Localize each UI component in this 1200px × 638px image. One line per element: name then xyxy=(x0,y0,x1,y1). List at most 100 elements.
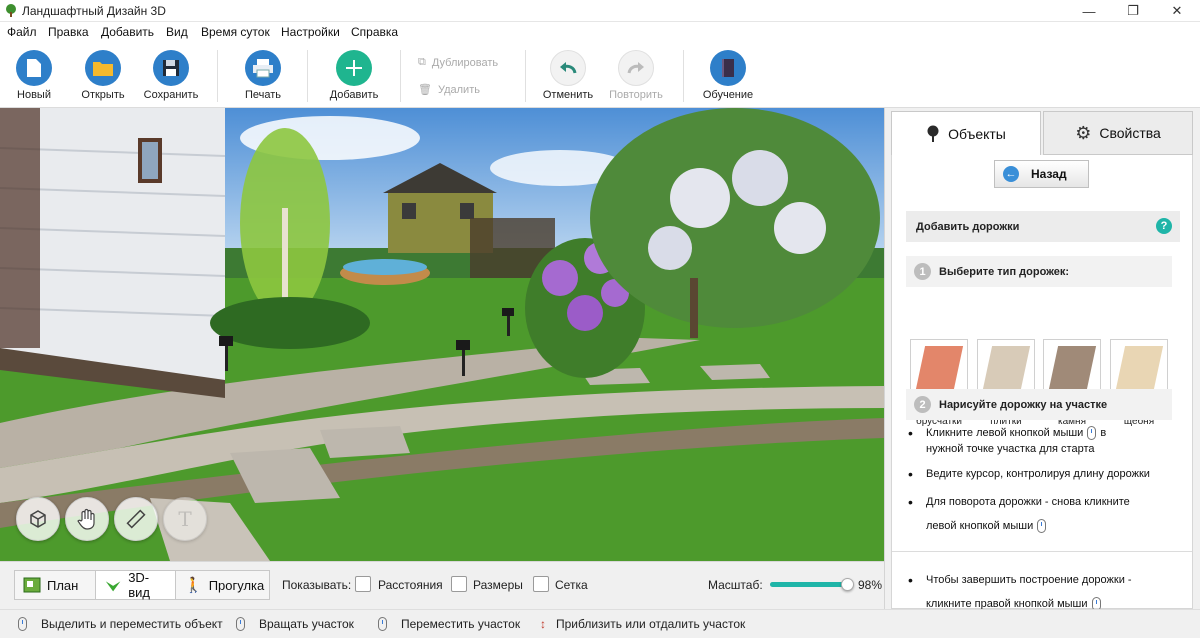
gear-icon: ⚙ xyxy=(1075,122,1092,143)
status-text: Выделить и переместить объект xyxy=(41,617,223,631)
ruler-icon[interactable] xyxy=(114,497,158,541)
menu-settings[interactable]: Настройки xyxy=(281,25,340,39)
undo-arrow-icon xyxy=(550,50,586,86)
step-2-number: 2 xyxy=(914,396,931,413)
window-title: Ландшафтный Дизайн 3D xyxy=(22,4,166,18)
walk-label: Прогулка xyxy=(208,577,265,593)
menu-view[interactable]: Вид xyxy=(166,25,188,39)
redo-button[interactable]: Повторить xyxy=(606,46,666,101)
grid-checkbox[interactable] xyxy=(533,576,549,592)
scale-value: 98% xyxy=(858,578,883,592)
duplicate-button[interactable]: ⧉ Дублировать xyxy=(418,56,498,69)
divider xyxy=(892,551,1192,552)
folder-icon xyxy=(85,50,121,86)
new-document-icon xyxy=(16,50,52,86)
3d-view-tab[interactable]: 3D-вид xyxy=(95,570,176,600)
save-label: Сохранить xyxy=(143,89,199,101)
section-header: Добавить дорожки ? xyxy=(906,211,1180,242)
scale-slider-track[interactable] xyxy=(770,582,850,587)
title-bar: Ландшафтный Дизайн 3D — ❐ ✕ xyxy=(0,0,1200,22)
tab-objects[interactable]: Объекты xyxy=(891,111,1041,155)
learn-label: Обучение xyxy=(702,89,754,101)
plus-icon xyxy=(336,50,372,86)
status-bar: Выделить и переместить объект Вращать уч… xyxy=(0,609,1200,638)
plan-label: План xyxy=(47,577,79,593)
printer-icon xyxy=(245,50,281,86)
show-label: Показывать: xyxy=(282,578,352,592)
maximize-button[interactable]: ❐ xyxy=(1110,0,1156,22)
menu-help[interactable]: Справка xyxy=(351,25,398,39)
walk-view-tab[interactable]: 🚶 Прогулка xyxy=(175,570,270,600)
duplicate-label: Дублировать xyxy=(431,56,499,69)
middle-mouse-icon xyxy=(378,617,387,631)
step-2-text: Нарисуйте дорожку на участке xyxy=(939,398,1108,411)
hint-text: в xyxy=(1100,427,1107,439)
menu-add[interactable]: Добавить xyxy=(101,25,154,39)
delete-button[interactable]: 🗑 Удалить xyxy=(418,83,480,97)
walking-person-icon: 🚶 xyxy=(184,577,203,594)
plan-view-tab[interactable]: План xyxy=(14,570,96,600)
distance-checkbox[interactable] xyxy=(355,576,371,592)
tab-properties[interactable]: ⚙ Свойства xyxy=(1043,111,1193,155)
tab-objects-label: Объекты xyxy=(948,125,1006,142)
close-button[interactable]: ✕ xyxy=(1154,0,1200,22)
status-zoom: ↕ Приблизить или отдалить участок xyxy=(540,617,745,631)
hint-text: Для поворота дорожки - снова кликните xyxy=(926,496,1130,508)
left-mouse-icon xyxy=(1037,519,1047,534)
text-tool-icon[interactable]: T xyxy=(163,497,207,541)
view-options-bar: План 3D-вид 🚶 Прогулка Показывать: Расст… xyxy=(0,561,884,609)
toolbar-divider xyxy=(400,50,401,102)
back-arrow-icon: ← xyxy=(1003,166,1019,182)
hint-click-start: • Кликните левой кнопкой мыши в нужной то… xyxy=(908,425,1107,455)
distance-label: Расстояния xyxy=(378,578,443,592)
help-icon[interactable]: ? xyxy=(1156,218,1172,234)
step-1-header: 1 Выберите тип дорожек: xyxy=(906,256,1172,287)
back-button[interactable]: ← Назад xyxy=(994,160,1089,188)
scale-slider-thumb[interactable] xyxy=(841,578,855,591)
new-label: Новый xyxy=(17,89,51,101)
3d-view-label: 3D-вид xyxy=(128,570,150,600)
print-label: Печать xyxy=(244,89,282,101)
hint-text: Ведите курсор, контролируя длину дорожки xyxy=(926,468,1150,480)
left-mouse-icon xyxy=(18,617,27,631)
trash-icon: 🗑 xyxy=(418,84,432,96)
left-mouse-icon xyxy=(1087,426,1097,441)
back-label: Назад xyxy=(1031,167,1067,181)
toolbar-divider xyxy=(307,50,308,102)
step-1-number: 1 xyxy=(914,263,931,280)
tree-icon xyxy=(927,125,939,142)
section-title: Добавить дорожки xyxy=(916,221,1020,233)
sizes-checkbox[interactable] xyxy=(451,576,467,592)
learn-button[interactable]: Обучение xyxy=(700,46,756,101)
open-button[interactable]: Открыть xyxy=(78,46,128,101)
panel-content: ← Назад Добавить дорожки ? 1 Выберите ти… xyxy=(891,155,1193,612)
rotate-3d-icon[interactable] xyxy=(16,497,60,541)
tab-properties-label: Свойства xyxy=(1099,125,1161,141)
redo-label: Повторить xyxy=(609,89,663,101)
undo-button[interactable]: Отменить xyxy=(540,46,596,101)
print-button[interactable]: Печать xyxy=(240,46,286,101)
status-select: Выделить и переместить объект xyxy=(14,617,223,631)
garden-3d-viewport[interactable]: T xyxy=(0,108,884,561)
add-button[interactable]: Добавить xyxy=(326,46,382,101)
side-panel: Объекты ⚙ Свойства ← Назад Добавить доро… xyxy=(884,108,1200,612)
menu-file[interactable]: Файл xyxy=(7,25,37,39)
menu-time-of-day[interactable]: Время суток xyxy=(201,25,270,39)
app-tree-icon xyxy=(6,4,16,17)
hand-pan-icon[interactable] xyxy=(65,497,109,541)
book-icon xyxy=(710,50,746,86)
3d-plant-icon xyxy=(105,581,121,592)
new-button[interactable]: Новый xyxy=(10,46,58,101)
grid-label: Сетка xyxy=(555,578,588,592)
save-button[interactable]: Сохранить xyxy=(142,46,200,101)
hint-text: Кликните левой кнопкой мыши xyxy=(926,427,1084,439)
toolbar-divider xyxy=(525,50,526,102)
add-label: Добавить xyxy=(329,89,379,101)
menu-edit[interactable]: Правка xyxy=(48,25,89,39)
minimize-button[interactable]: — xyxy=(1066,0,1112,22)
toolbar: Новый Открыть Сохранить Печать Добавить … xyxy=(0,42,1200,108)
step-2-header: 2 Нарисуйте дорожку на участке xyxy=(906,389,1172,420)
toolbar-divider xyxy=(683,50,684,102)
toolbar-divider xyxy=(217,50,218,102)
hint-text: Чтобы завершить построение дорожки - xyxy=(926,574,1132,586)
